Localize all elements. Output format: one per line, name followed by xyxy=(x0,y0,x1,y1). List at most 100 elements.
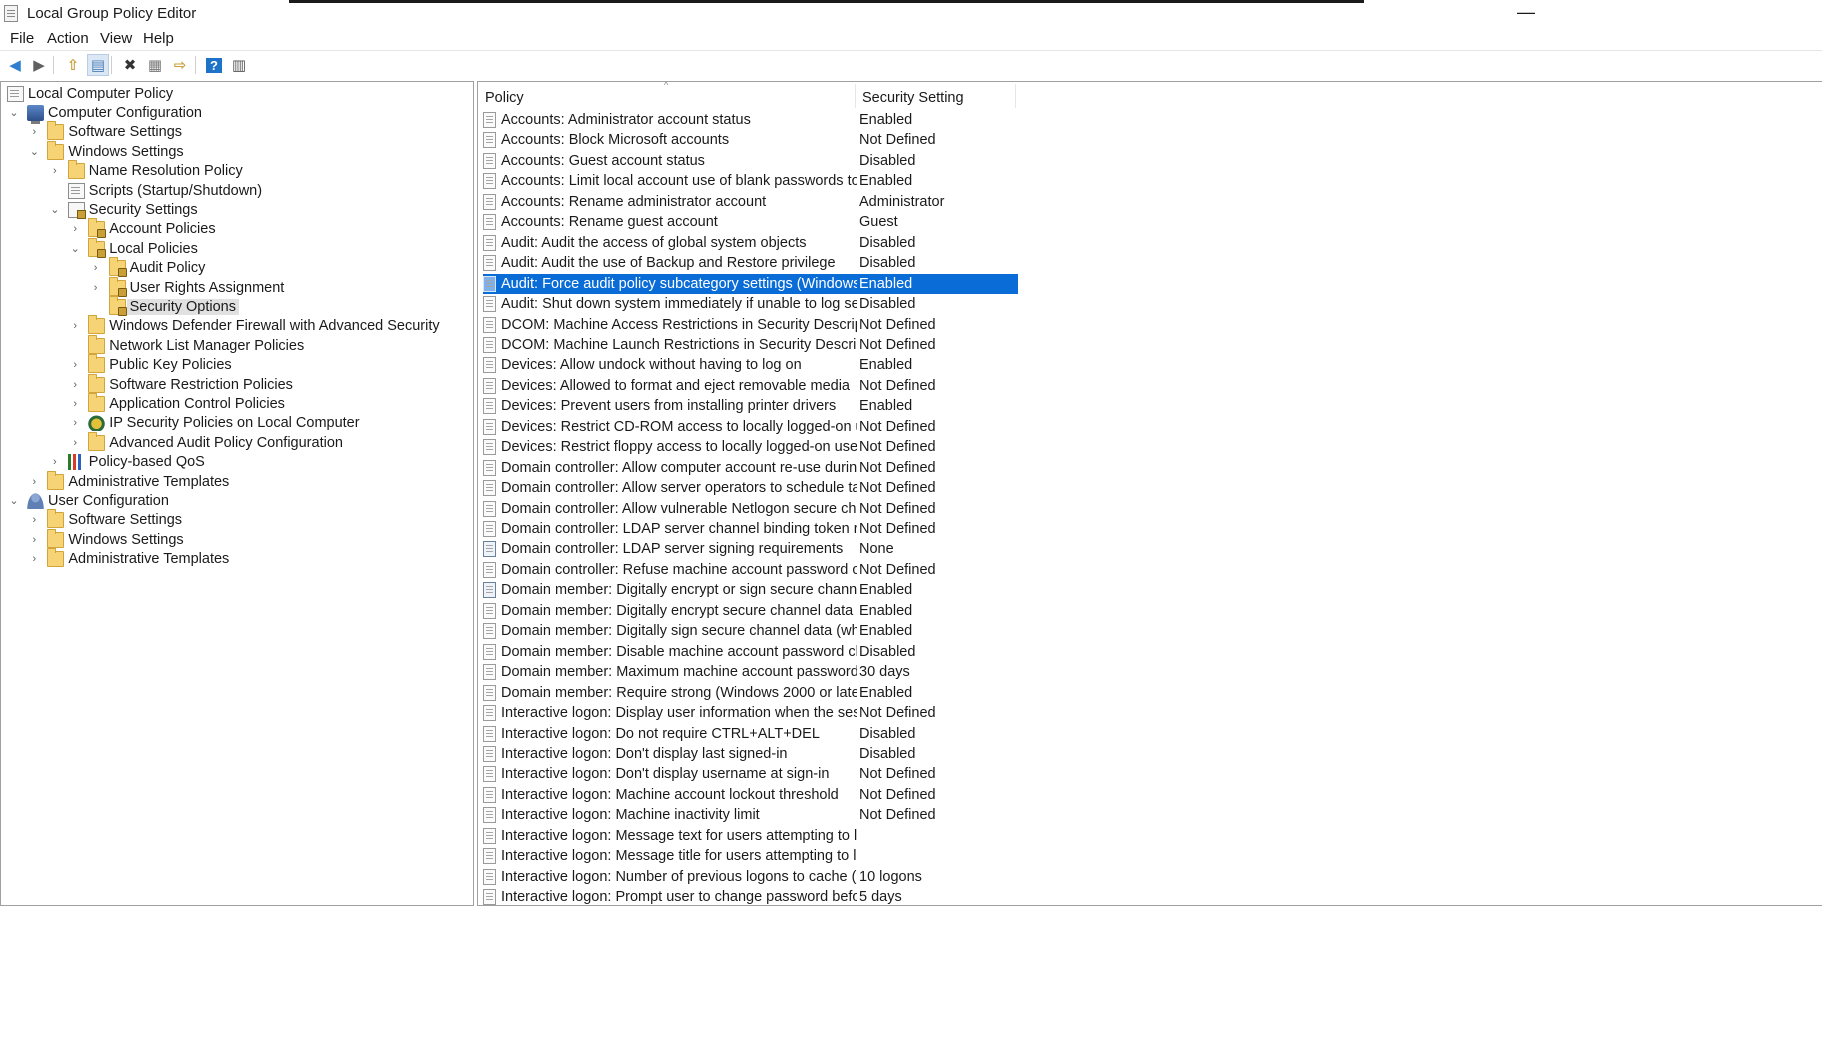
export-list-button[interactable]: ⇨ xyxy=(169,54,191,76)
chevron-right-icon[interactable]: › xyxy=(68,358,82,372)
tree-node[interactable]: ⌄ Local Policies xyxy=(68,237,198,258)
delete-button[interactable]: ✖ xyxy=(119,54,141,76)
policy-row[interactable]: Interactive logon: Display user informat… xyxy=(483,703,1018,723)
policy-row[interactable]: Domain controller: Allow server operator… xyxy=(483,478,1018,498)
policy-row[interactable]: Audit: Shut down system immediately if u… xyxy=(483,294,1018,314)
tree-node[interactable]: ⌄ User Configuration xyxy=(7,491,169,510)
tree-node[interactable]: › Account Policies xyxy=(68,218,216,239)
tree-node[interactable]: › IP Security Policies on Local Computer xyxy=(68,414,360,433)
policy-row[interactable]: Devices: Restrict floppy access to local… xyxy=(483,437,1018,457)
policy-row[interactable]: Interactive logon: Don't display usernam… xyxy=(483,764,1018,784)
tree-node[interactable]: › Name Resolution Policy xyxy=(48,160,243,181)
policy-row[interactable]: Devices: Restrict CD-ROM access to local… xyxy=(483,417,1018,437)
tree-node[interactable]: › Public Key Policies xyxy=(68,354,232,375)
chevron-right-icon[interactable]: › xyxy=(68,397,82,411)
policy-row[interactable]: Devices: Prevent users from installing p… xyxy=(483,396,1018,416)
policy-row[interactable]: Domain controller: LDAP server signing r… xyxy=(483,539,1018,559)
policy-row[interactable]: Accounts: Block Microsoft accounts Not De… xyxy=(483,130,1018,150)
policy-row[interactable]: DCOM: Machine Launch Restrictions in Sec… xyxy=(483,335,1018,355)
chevron-down-icon[interactable]: ⌄ xyxy=(7,106,21,120)
tree-node[interactable]: › Audit Policy xyxy=(89,257,205,278)
policy-row[interactable]: Interactive logon: Machine inactivity li… xyxy=(483,805,1018,825)
policy-row[interactable]: Domain controller: LDAP server channel b… xyxy=(483,519,1018,539)
chevron-down-icon[interactable]: ⌄ xyxy=(48,203,62,217)
tree-node[interactable]: Scripts (Startup/Shutdown) xyxy=(48,181,262,200)
chevron-down-icon[interactable]: ⌄ xyxy=(7,494,21,508)
policy-row[interactable]: Accounts: Guest account status Disabled xyxy=(483,151,1018,171)
tree-node[interactable]: ⌄ Security Settings xyxy=(48,200,198,219)
policy-row[interactable]: Domain controller: Allow vulnerable Netl… xyxy=(483,499,1018,519)
policy-row[interactable]: Audit: Audit the access of global system… xyxy=(483,233,1018,253)
tree-node[interactable]: › Software Settings xyxy=(27,121,182,142)
tree-node[interactable]: Local Computer Policy xyxy=(7,84,173,103)
chevron-right-icon[interactable]: › xyxy=(89,261,103,275)
tree-node[interactable]: › Application Control Policies xyxy=(68,392,285,413)
policy-row[interactable]: Devices: Allowed to format and eject rem… xyxy=(483,376,1018,396)
policy-row[interactable]: Audit: Force audit policy subcategory se… xyxy=(483,273,1018,294)
chevron-right-icon[interactable]: › xyxy=(68,378,82,392)
tree-node[interactable]: › Windows Defender Firewall with Advanced… xyxy=(68,315,440,336)
column-divider[interactable] xyxy=(1015,84,1016,108)
policy-row[interactable]: Interactive logon: Machine account locko… xyxy=(483,785,1018,805)
policy-row[interactable]: Audit: Audit the use of Backup and Resto… xyxy=(483,253,1018,273)
help-button[interactable]: ? xyxy=(203,54,225,76)
policy-row[interactable]: Interactive logon: Message text for user… xyxy=(483,826,1018,846)
tree-node[interactable]: › Advanced Audit Policy Configuration xyxy=(68,431,343,452)
tree-node[interactable]: › User Rights Assignment xyxy=(89,276,284,297)
column-divider[interactable] xyxy=(855,84,856,108)
up-folder-button[interactable]: ⇧ xyxy=(62,54,84,76)
policy-row[interactable]: Devices: Allow undock without having to … xyxy=(483,355,1018,375)
menu-view[interactable]: View xyxy=(100,30,132,47)
policy-row[interactable]: Domain controller: Allow computer accoun… xyxy=(483,458,1018,478)
minimize-button[interactable]: — xyxy=(1515,3,1537,23)
chevron-right-icon[interactable]: › xyxy=(68,416,82,430)
forward-arrow-button[interactable]: ▶ xyxy=(28,54,50,76)
policy-row[interactable]: Interactive logon: Don't display last si… xyxy=(483,744,1018,764)
chevron-right-icon[interactable]: › xyxy=(27,533,41,547)
chevron-right-icon[interactable]: › xyxy=(27,513,41,527)
tree-node[interactable]: › Software Settings xyxy=(27,509,182,530)
show-action-pane-button[interactable]: ▥ xyxy=(228,54,250,76)
policy-row[interactable]: Accounts: Rename administrator account Ad… xyxy=(483,192,1018,212)
policy-row[interactable]: Accounts: Rename guest account Guest xyxy=(483,212,1018,232)
chevron-down-icon[interactable]: ⌄ xyxy=(68,242,82,256)
tree-node[interactable]: › Administrative Templates xyxy=(27,548,229,569)
policy-row[interactable]: Interactive logon: Number of previous lo… xyxy=(483,867,1018,887)
column-header-security-setting[interactable]: Security Setting xyxy=(862,90,964,106)
policy-row[interactable]: Interactive logon: Message title for use… xyxy=(483,846,1018,866)
tree-node[interactable]: ⌄ Windows Settings xyxy=(27,140,184,161)
chevron-down-icon[interactable]: ⌄ xyxy=(27,145,41,159)
tree-node[interactable]: › Administrative Templates xyxy=(27,470,229,491)
menu-help[interactable]: Help xyxy=(143,30,174,47)
back-arrow-button[interactable]: ◀ xyxy=(4,54,26,76)
tree-node[interactable]: Security Options xyxy=(89,295,239,316)
policy-list[interactable]: Policy ^ Security Setting Accounts: Admi… xyxy=(477,81,1822,906)
tree-node[interactable]: › Software Restriction Policies xyxy=(68,373,293,394)
tree-node[interactable]: › Policy-based QoS xyxy=(48,453,205,472)
chevron-right-icon[interactable]: › xyxy=(27,552,41,566)
chevron-right-icon[interactable]: › xyxy=(68,436,82,450)
policy-row[interactable]: Domain member: Maximum machine account p… xyxy=(483,662,1018,682)
menu-file[interactable]: File xyxy=(10,30,34,47)
tree-node[interactable]: Network List Manager Policies xyxy=(68,334,304,355)
policy-row[interactable]: Domain member: Digitally encrypt secure … xyxy=(483,601,1018,621)
policy-row[interactable]: Accounts: Limit local account use of bla… xyxy=(483,171,1018,191)
chevron-right-icon[interactable]: › xyxy=(27,475,41,489)
policy-row[interactable]: Domain controller: Refuse machine accoun… xyxy=(483,560,1018,580)
tree-node[interactable]: › Windows Settings xyxy=(27,528,184,549)
policy-row[interactable]: Interactive logon: Prompt user to change… xyxy=(483,887,1018,905)
chevron-right-icon[interactable]: › xyxy=(68,319,82,333)
tree-node[interactable]: ⌄ Computer Configuration xyxy=(7,103,202,124)
policy-row[interactable]: Domain member: Digitally encrypt or sign… xyxy=(483,580,1018,600)
properties-button[interactable]: ▦ xyxy=(144,54,166,76)
policy-row[interactable]: Accounts: Administrator account status En… xyxy=(483,110,1018,130)
policy-row[interactable]: Domain member: Require strong (Windows 2… xyxy=(483,683,1018,703)
column-header-policy[interactable]: Policy xyxy=(485,90,524,106)
chevron-right-icon[interactable]: › xyxy=(89,281,103,295)
policy-row[interactable]: Interactive logon: Do not require CTRL+A… xyxy=(483,724,1018,744)
menu-action[interactable]: Action xyxy=(47,30,89,47)
chevron-right-icon[interactable]: › xyxy=(48,455,62,469)
chevron-right-icon[interactable]: › xyxy=(68,222,82,236)
policy-row[interactable]: Domain member: Digitally sign secure cha… xyxy=(483,621,1018,641)
policy-row[interactable]: Domain member: Disable machine account p… xyxy=(483,642,1018,662)
